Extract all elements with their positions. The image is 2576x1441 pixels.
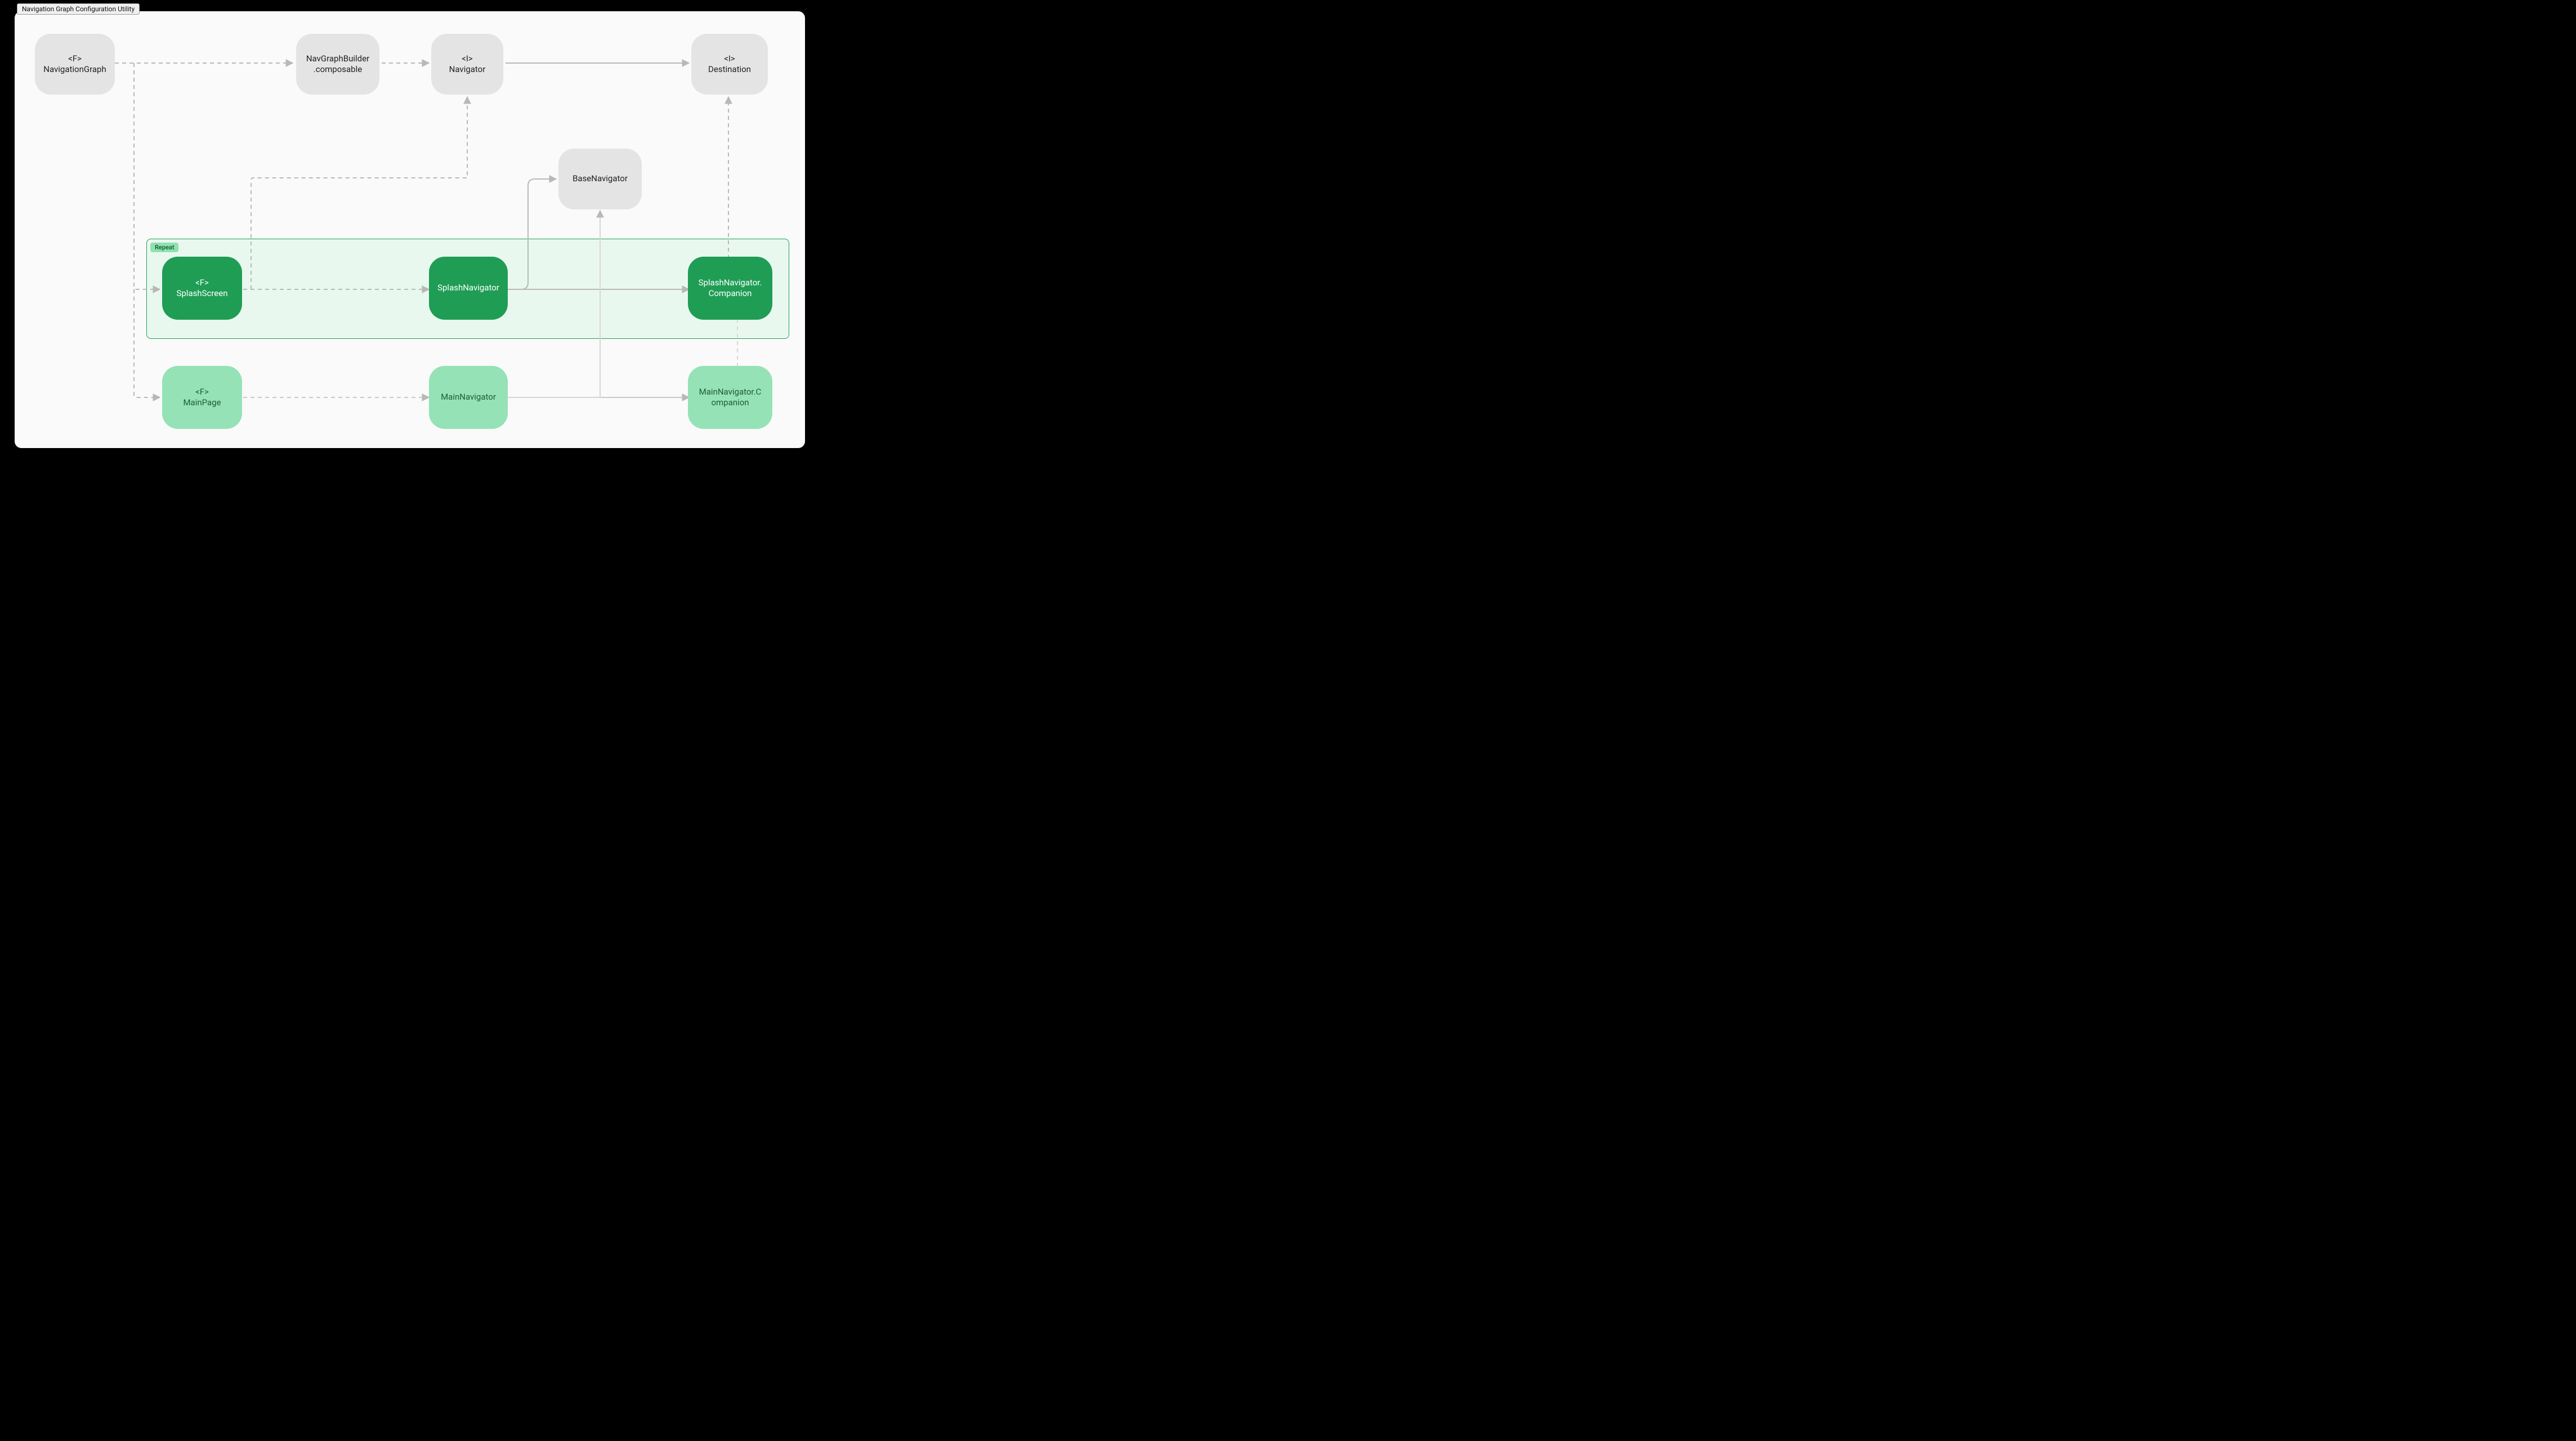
node-mainnavigator[interactable]: MainNavigator	[429, 366, 508, 429]
node-label-line1: NavGraphBuilder	[306, 53, 369, 65]
node-destination[interactable]: <I> Destination	[691, 34, 768, 95]
node-navigator[interactable]: <I> Navigator	[431, 34, 503, 95]
page-root: Navigation Graph Configuration Utility R…	[0, 0, 820, 459]
node-label-line1: MainNavigator.C	[699, 387, 762, 398]
node-label: MainPage	[183, 397, 221, 409]
node-tag: <I>	[462, 53, 473, 65]
node-tag: <F>	[68, 53, 82, 65]
node-navigationgraph[interactable]: <F> NavigationGraph	[35, 34, 115, 95]
node-label: Destination	[708, 64, 751, 75]
node-label: SplashNavigator	[437, 283, 499, 294]
node-label: NavigationGraph	[43, 64, 106, 75]
node-label-line2: ompanion	[711, 397, 749, 409]
node-mainpage[interactable]: <F> MainPage	[162, 366, 242, 429]
node-label-line1: SplashNavigator.	[699, 278, 762, 289]
repeat-group-label: Repeat	[150, 243, 178, 252]
node-splashscreen[interactable]: <F> SplashScreen	[162, 257, 242, 320]
node-splashnavigator[interactable]: SplashNavigator	[429, 257, 508, 320]
edges-layer	[15, 11, 805, 448]
node-tag: <F>	[195, 278, 209, 289]
node-basenavigator[interactable]: BaseNavigator	[558, 149, 642, 209]
node-label-line2: .composable	[314, 64, 362, 75]
node-splashnavigator-companion[interactable]: SplashNavigator. Companion	[688, 257, 772, 320]
node-label-line2: Companion	[709, 288, 752, 299]
node-label: MainNavigator	[441, 392, 496, 403]
node-tag: <I>	[724, 53, 735, 65]
window-title-tab: Navigation Graph Configuration Utility	[17, 3, 140, 15]
window-title: Navigation Graph Configuration Utility	[22, 5, 135, 13]
node-navgraphbuilder[interactable]: NavGraphBuilder .composable	[296, 34, 379, 95]
node-tag: <F>	[195, 387, 209, 398]
node-label: Navigator	[449, 64, 486, 75]
node-mainnavigator-companion[interactable]: MainNavigator.C ompanion	[688, 366, 772, 429]
diagram-canvas[interactable]: Repeat	[15, 11, 805, 448]
node-label: BaseNavigator	[573, 173, 628, 185]
node-label: SplashScreen	[176, 288, 227, 299]
